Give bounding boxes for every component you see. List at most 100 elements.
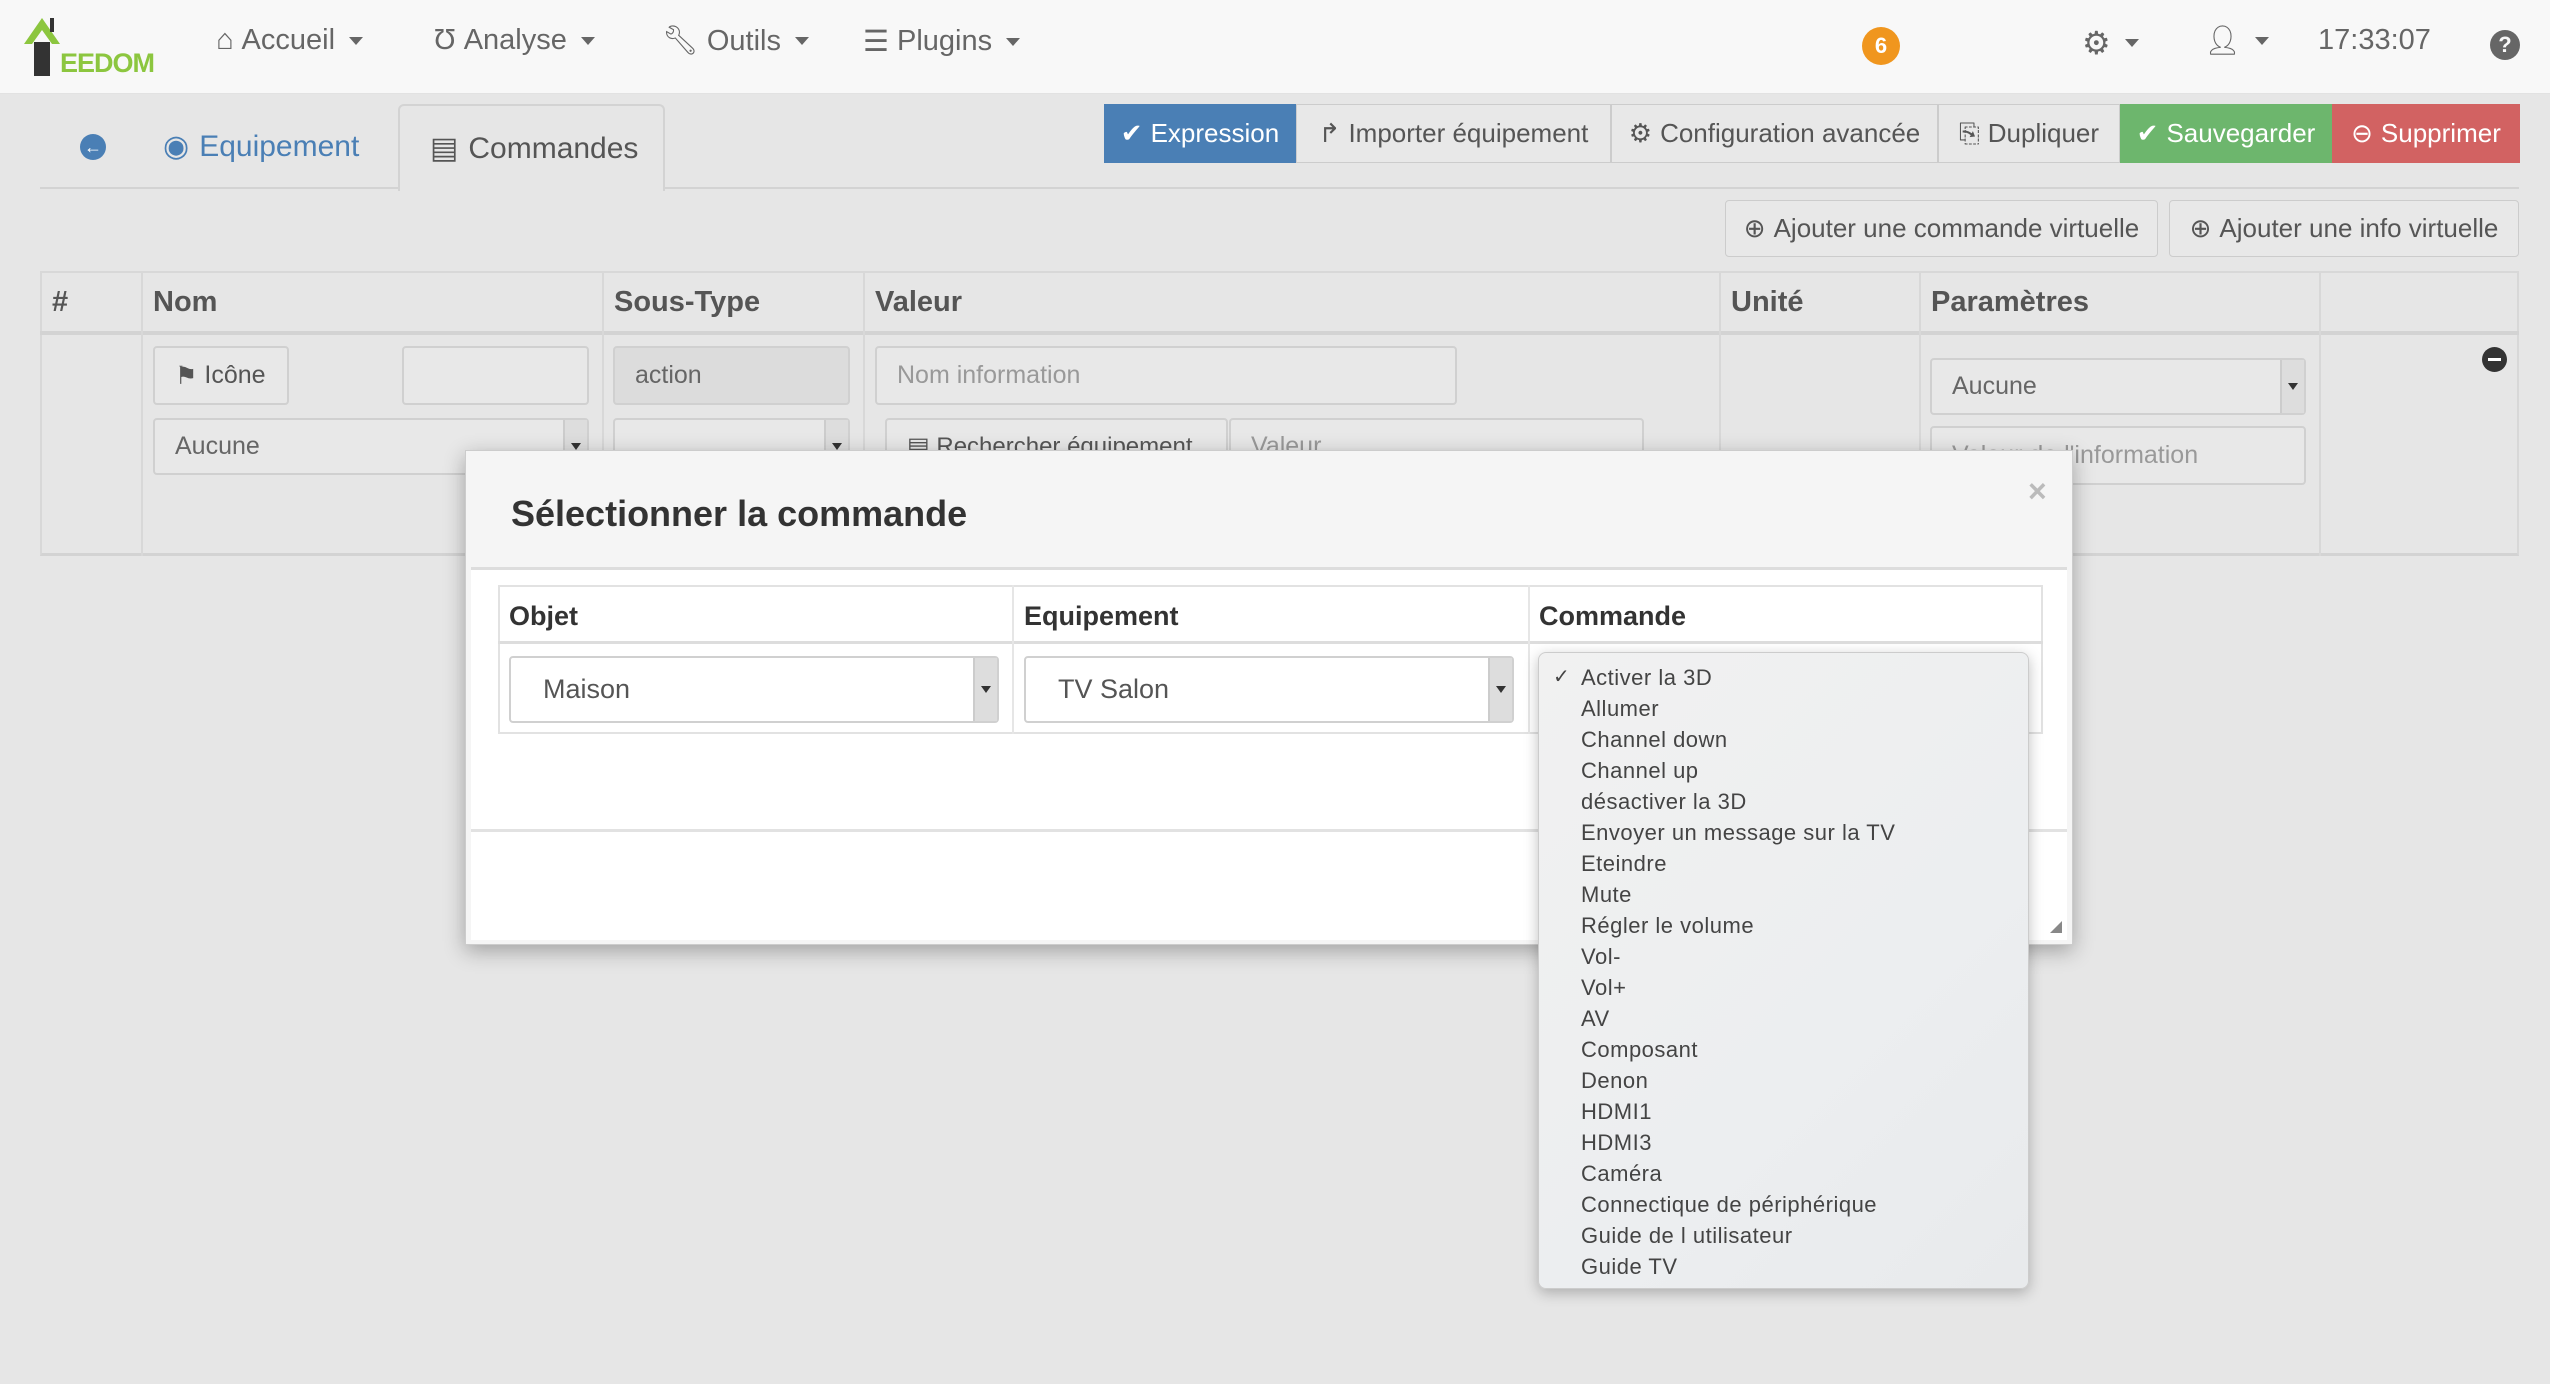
cogs-icon: ⚙ (1628, 118, 1653, 148)
nav-label: Analyse (463, 24, 567, 56)
option-label: Guide de l utilisateur (1581, 1223, 1793, 1248)
header-sous-type: Sous-Type (614, 286, 761, 318)
button-label: Importer équipement (1348, 118, 1589, 148)
dropdown-option[interactable]: HDMI3 (1539, 1127, 2028, 1158)
header-commande: Commande (1539, 601, 1687, 631)
dropdown-option[interactable]: Channel down (1539, 724, 2028, 755)
import-equipment-button[interactable]: ↱ Importer équipement (1296, 104, 1611, 163)
nav-analyse[interactable]: Ʊ Analyse (434, 24, 595, 57)
dropdown-option[interactable]: Allumer (1539, 693, 2028, 724)
caret-down-icon (1488, 658, 1512, 721)
expression-button[interactable]: ✔ Expression (1104, 104, 1296, 163)
dropdown-option[interactable]: Channel up (1539, 755, 2028, 786)
icon-button[interactable]: ⚑ Icône (153, 346, 289, 405)
option-label: Channel down (1581, 727, 1728, 752)
dropdown-option[interactable]: Vol+ (1539, 972, 2028, 1003)
dropdown-option[interactable]: Composant (1539, 1034, 2028, 1065)
dropdown-option[interactable]: Mute (1539, 879, 2028, 910)
duplicate-button[interactable]: ⎘ Dupliquer (1938, 104, 2120, 163)
icon-input[interactable] (402, 346, 589, 405)
nav-accueil[interactable]: ⌂ Accueil (216, 24, 364, 57)
arrow-circle-left-icon: ← (80, 133, 106, 160)
caret-down-icon (580, 36, 595, 45)
button-label: Ajouter une info virtuelle (2219, 213, 2499, 243)
option-label: Caméra (1581, 1161, 1663, 1186)
header-parametres: Paramètres (1931, 286, 2089, 318)
delete-button[interactable]: ⊖ Supprimer (2332, 104, 2520, 163)
param-select[interactable]: Aucune (1930, 358, 2306, 415)
option-label: Denon (1581, 1068, 1649, 1093)
button-label: Sauvegarder (2166, 118, 2316, 148)
header-unite: Unité (1731, 286, 1804, 318)
option-label: Guide TV (1581, 1254, 1678, 1279)
option-label: Eteindre (1581, 851, 1667, 876)
resize-handle-icon[interactable] (2050, 921, 2062, 933)
logo-text: EEDOM (60, 48, 155, 78)
tab-label: Commandes (468, 131, 639, 165)
dropdown-option[interactable]: désactiver la 3D (1539, 786, 2028, 817)
dropdown-option[interactable]: Eteindre (1539, 848, 2028, 879)
option-label: Composant (1581, 1037, 1699, 1062)
save-button[interactable]: ✔ Sauvegarder (2120, 104, 2332, 163)
close-icon[interactable]: × (2028, 473, 2047, 510)
copy-icon: ⎘ (1958, 117, 1980, 148)
dropdown-option[interactable]: Denon (1539, 1065, 2028, 1096)
button-label: Configuration avancée (1660, 118, 1921, 148)
add-virtual-info-button[interactable]: ⊕ Ajouter une info virtuelle (2169, 200, 2519, 257)
stethoscope-icon: Ʊ (434, 24, 456, 56)
option-label: HDMI1 (1581, 1099, 1652, 1124)
dropdown-option[interactable]: AV (1539, 1003, 2028, 1034)
tab-commandes[interactable]: ▤ Commandes (398, 104, 665, 191)
dropdown-option[interactable]: ✓ Activer la 3D (1539, 662, 2028, 693)
header-valeur: Valeur (875, 286, 963, 318)
check-icon: ✓ (1553, 666, 1571, 688)
col-divider (1528, 585, 1530, 734)
dropdown-option[interactable]: Guide de l utilisateur (1539, 1220, 2028, 1251)
user-icon: 👤︎ (2204, 25, 2241, 57)
plus-circle-icon: ⊕ (2189, 213, 2212, 243)
button-label: Icône (204, 361, 266, 389)
dropdown-option[interactable]: Connectique de périphérique (1539, 1189, 2028, 1220)
option-label: Régler le volume (1581, 913, 1755, 938)
tasks-icon: ☰ (863, 26, 889, 58)
option-label: Vol- (1581, 944, 1621, 969)
nav-outils[interactable]: 🔧︎ Outils (662, 24, 809, 58)
header-hash: # (52, 286, 69, 318)
caret-down-icon (973, 658, 997, 721)
add-virtual-command-button[interactable]: ⊕ Ajouter une commande virtuelle (1725, 200, 2158, 257)
plus-circle-icon: ⊕ (1743, 213, 1766, 243)
caret-down-icon (1006, 37, 1021, 46)
back-button[interactable]: ← (50, 104, 136, 189)
advanced-config-button[interactable]: ⚙ Configuration avancée (1611, 104, 1938, 163)
flag-icon: ⚑ (175, 361, 198, 390)
dropdown-option[interactable]: Guide TV (1539, 1251, 2028, 1282)
tab-equipement[interactable]: ◉ Equipement (133, 104, 389, 189)
settings-menu[interactable]: ⚙ (2082, 24, 2139, 62)
dropdown-option[interactable]: HDMI1 (1539, 1096, 2028, 1127)
dropdown-option[interactable]: Vol- (1539, 941, 2028, 972)
header-objet: Objet (509, 601, 579, 631)
commande-dropdown[interactable]: ✓ Activer la 3D Allumer Channel down Channel… (1538, 652, 2029, 1289)
header-equipement: Equipement (1024, 601, 1179, 631)
user-menu[interactable]: 👤︎ (2204, 24, 2269, 58)
dropdown-option[interactable]: Régler le volume (1539, 910, 2028, 941)
equipement-select[interactable]: TV Salon (1024, 656, 1514, 723)
objet-select[interactable]: Maison (509, 656, 999, 723)
wrench-icon: 🔧︎ (662, 25, 699, 57)
jeedom-logo[interactable]: EEDOM (20, 14, 160, 78)
modal-table-header-divider (498, 641, 2043, 644)
subtype-field: action (613, 346, 850, 405)
notification-badge[interactable]: 6 (1862, 27, 1900, 65)
caret-down-icon (349, 36, 364, 45)
gears-icon: ⚙ (2082, 25, 2111, 61)
dropdown-option[interactable]: Envoyer un message sur la TV (1539, 817, 2028, 848)
list-alt-icon: ▤ (430, 132, 459, 165)
help-icon[interactable]: ? (2490, 30, 2520, 60)
option-label: Connectique de périphérique (1581, 1192, 1878, 1217)
name-info-input[interactable]: Nom information (875, 346, 1457, 405)
dropdown-option[interactable]: Caméra (1539, 1158, 2028, 1189)
select-value: TV Salon (1058, 674, 1170, 704)
remove-row-icon[interactable] (2482, 347, 2507, 372)
nav-plugins[interactable]: ☰ Plugins (863, 24, 1021, 59)
modal-title: Sélectionner la commande (511, 493, 968, 534)
